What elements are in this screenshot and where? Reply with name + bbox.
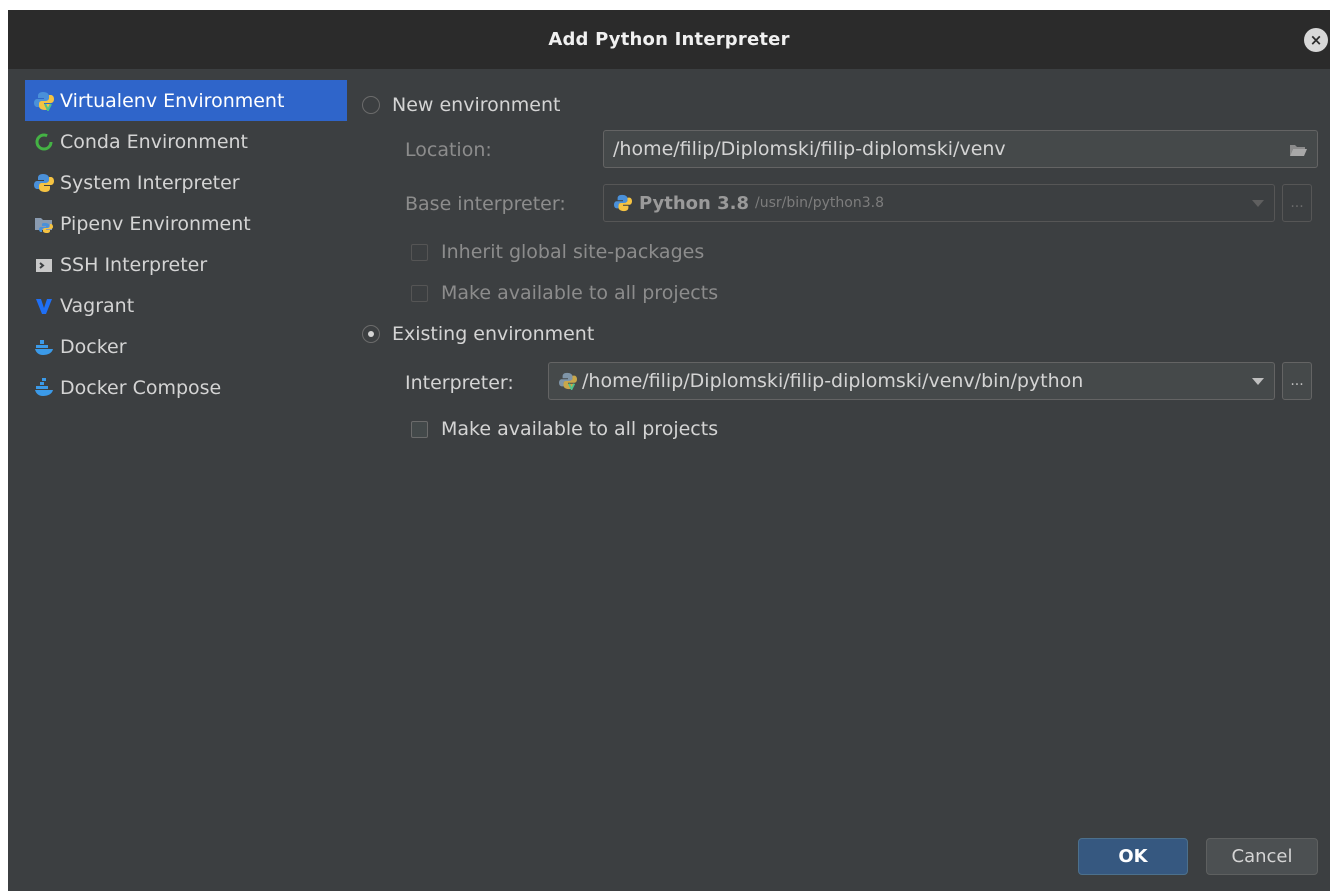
folder-icon[interactable] [1289,141,1307,157]
base-interpreter-browse-button[interactable]: ... [1282,184,1312,222]
new-env-make-available-label: Make available to all projects [441,282,719,304]
existing-env-make-available-checkbox[interactable]: Make available to all projects [411,418,718,440]
sidebar-item-docker[interactable]: Docker [25,326,347,367]
dialog-titlebar: Add Python Interpreter × [8,10,1330,69]
base-interpreter-name: Python 3.8 [639,192,750,214]
sidebar-item-ssh[interactable]: SSH Interpreter [25,244,347,285]
sidebar-item-label: Pipenv Environment [60,212,251,235]
virtualenv-icon [558,371,578,391]
python-icon [613,193,633,213]
sidebar-item-label: Vagrant [60,294,135,317]
dialog-title: Add Python Interpreter [548,29,790,50]
sidebar-item-vagrant[interactable]: Vagrant [25,285,347,326]
sidebar-item-pipenv[interactable]: Pipenv Environment [25,203,347,244]
sidebar-item-label: Docker [60,335,127,358]
interpreter-settings-panel: New environment Location: /home/filip/Di… [358,80,1330,840]
pipenv-icon [34,214,54,234]
sidebar-item-system-interpreter[interactable]: System Interpreter [25,162,347,203]
add-python-interpreter-dialog: Add Python Interpreter × Virtualenv Envi… [8,10,1330,891]
sidebar-item-label: SSH Interpreter [60,253,208,276]
ssh-icon [34,255,54,275]
cancel-button[interactable]: Cancel [1206,838,1318,875]
sidebar-item-label: Conda Environment [60,130,248,153]
location-label: Location: [405,139,492,161]
sidebar-item-docker-compose[interactable]: Docker Compose [25,367,347,408]
sidebar-item-label: System Interpreter [60,171,240,194]
chevron-down-icon [1252,200,1264,207]
existing-environment-radio-circle [362,325,380,343]
inherit-site-packages-box [411,243,428,261]
conda-icon [34,132,54,152]
interpreter-label: Interpreter: [405,372,514,394]
location-field[interactable]: /home/filip/Diplomski/filip-diplomski/ve… [603,130,1318,168]
sidebar-item-conda[interactable]: Conda Environment [25,121,347,162]
interpreter-value: /home/filip/Diplomski/filip-diplomski/ve… [582,370,1084,392]
virtualenv-icon [34,91,54,111]
new-environment-radio-circle [362,96,380,114]
ok-button[interactable]: OK [1078,838,1188,875]
location-value: /home/filip/Diplomski/filip-diplomski/ve… [613,138,1006,160]
base-interpreter-dropdown[interactable]: Python 3.8 /usr/bin/python3.8 [603,184,1275,222]
interpreter-browse-button[interactable]: ... [1282,362,1312,400]
chevron-down-icon [1252,378,1264,385]
existing-env-make-available-box [411,420,428,438]
python-icon [34,173,54,193]
new-environment-radio[interactable]: New environment [362,94,561,116]
close-button[interactable]: × [1304,28,1328,52]
vagrant-icon [34,296,54,316]
close-icon: × [1309,31,1323,49]
base-interpreter-label: Base interpreter: [405,193,566,215]
docker-icon [34,337,54,357]
interpreter-type-list: Virtualenv Environment Conda Environment… [25,80,347,408]
sidebar-item-virtualenv[interactable]: Virtualenv Environment [25,80,347,121]
docker-compose-icon [34,377,54,398]
existing-env-make-available-label: Make available to all projects [441,418,719,440]
base-interpreter-path: /usr/bin/python3.8 [755,195,884,211]
new-env-make-available-box [411,284,428,302]
interpreter-dropdown[interactable]: /home/filip/Diplomski/filip-diplomski/ve… [548,362,1275,400]
new-env-make-available-checkbox[interactable]: Make available to all projects [411,282,718,304]
sidebar-item-label: Docker Compose [60,376,222,399]
existing-environment-radio[interactable]: Existing environment [362,323,594,345]
inherit-site-packages-label: Inherit global site-packages [441,241,705,263]
sidebar-item-label: Virtualenv Environment [60,89,285,112]
new-environment-label: New environment [392,94,561,116]
inherit-site-packages-checkbox[interactable]: Inherit global site-packages [411,241,704,263]
existing-environment-label: Existing environment [392,323,595,345]
